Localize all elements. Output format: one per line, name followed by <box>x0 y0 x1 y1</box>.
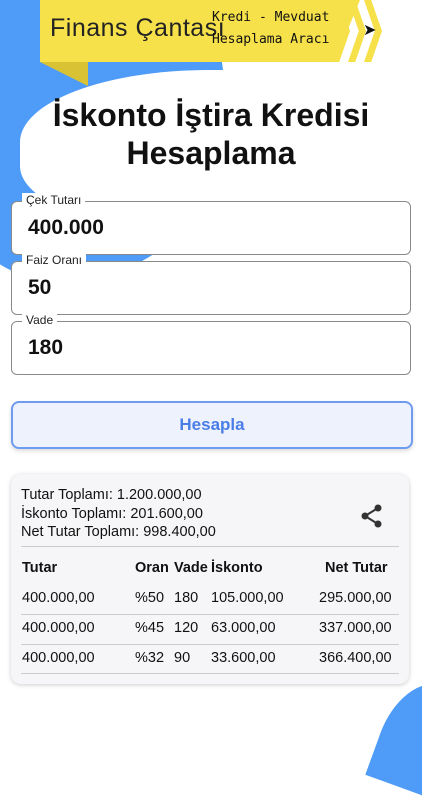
calculate-button[interactable]: Hesapla <box>11 401 413 449</box>
summary-net: Net Tutar Toplamı: 998.400,00 <box>21 524 216 540</box>
share-icon[interactable] <box>361 504 383 528</box>
divider <box>21 546 399 547</box>
results-summary: Tutar Toplamı: 1.200.000,00 İskonto Topl… <box>21 486 216 542</box>
page-title: İskonto İştira Kredisi Hesaplama <box>0 96 422 172</box>
cell-rate: %45 <box>135 620 165 636</box>
summary-total: Tutar Toplamı: 1.200.000,00 <box>21 487 202 503</box>
amount-label: Çek Tutarı <box>22 193 86 207</box>
rate-field[interactable]: Faiz Oranı 50 <box>11 253 411 315</box>
cell-amount: 400.000,00 <box>22 620 95 636</box>
col-header-amount: Tutar <box>22 560 58 576</box>
cell-discount: 33.600,00 <box>211 650 276 666</box>
page-title-line2: Hesaplama <box>126 135 296 171</box>
results-card: Tutar Toplamı: 1.200.000,00 İskonto Topl… <box>11 474 409 684</box>
tagline-line1: Kredi - Mevduat <box>212 10 330 25</box>
tagline: Kredi - Mevduat Hesaplama Aracı <box>212 7 342 51</box>
rate-value[interactable]: 50 <box>28 276 51 300</box>
page-title-line1: İskonto İştira Kredisi <box>52 97 370 133</box>
cell-rate: %50 <box>135 590 165 606</box>
col-header-net: Net Tutar <box>325 560 388 576</box>
banner-chevrons <box>330 0 390 62</box>
row-divider <box>21 614 399 615</box>
term-field[interactable]: Vade 180 <box>11 313 411 375</box>
col-header-rate: Oran <box>135 560 169 576</box>
cell-net: 295.000,00 <box>319 590 392 606</box>
term-value[interactable]: 180 <box>28 336 63 360</box>
cell-term: 120 <box>174 620 199 636</box>
arrow-icon[interactable]: ➤ <box>363 20 376 40</box>
amount-value[interactable]: 400.000 <box>28 216 104 240</box>
brand-name: Finans Çantası <box>50 14 226 42</box>
cell-amount: 400.000,00 <box>22 590 95 606</box>
col-header-term: Vade <box>174 560 208 576</box>
rate-label: Faiz Oranı <box>22 253 87 267</box>
cell-discount: 63.000,00 <box>211 620 276 636</box>
tagline-line2: Hesaplama Aracı <box>212 32 330 47</box>
cell-rate: %32 <box>135 650 165 666</box>
background-blob-bottom <box>365 671 422 799</box>
cell-amount: 400.000,00 <box>22 650 95 666</box>
summary-discount: İskonto Toplamı: 201.600,00 <box>21 505 203 522</box>
col-header-discount: İskonto <box>211 560 263 576</box>
cell-discount: 105.000,00 <box>211 590 284 606</box>
cell-net: 366.400,00 <box>319 650 392 666</box>
cell-term: 180 <box>174 590 199 606</box>
term-label: Vade <box>22 313 58 327</box>
amount-field[interactable]: Çek Tutarı 400.000 <box>11 193 411 255</box>
cell-term: 90 <box>174 650 191 666</box>
row-divider <box>21 644 399 645</box>
row-divider <box>21 673 399 674</box>
cell-net: 337.000,00 <box>319 620 392 636</box>
